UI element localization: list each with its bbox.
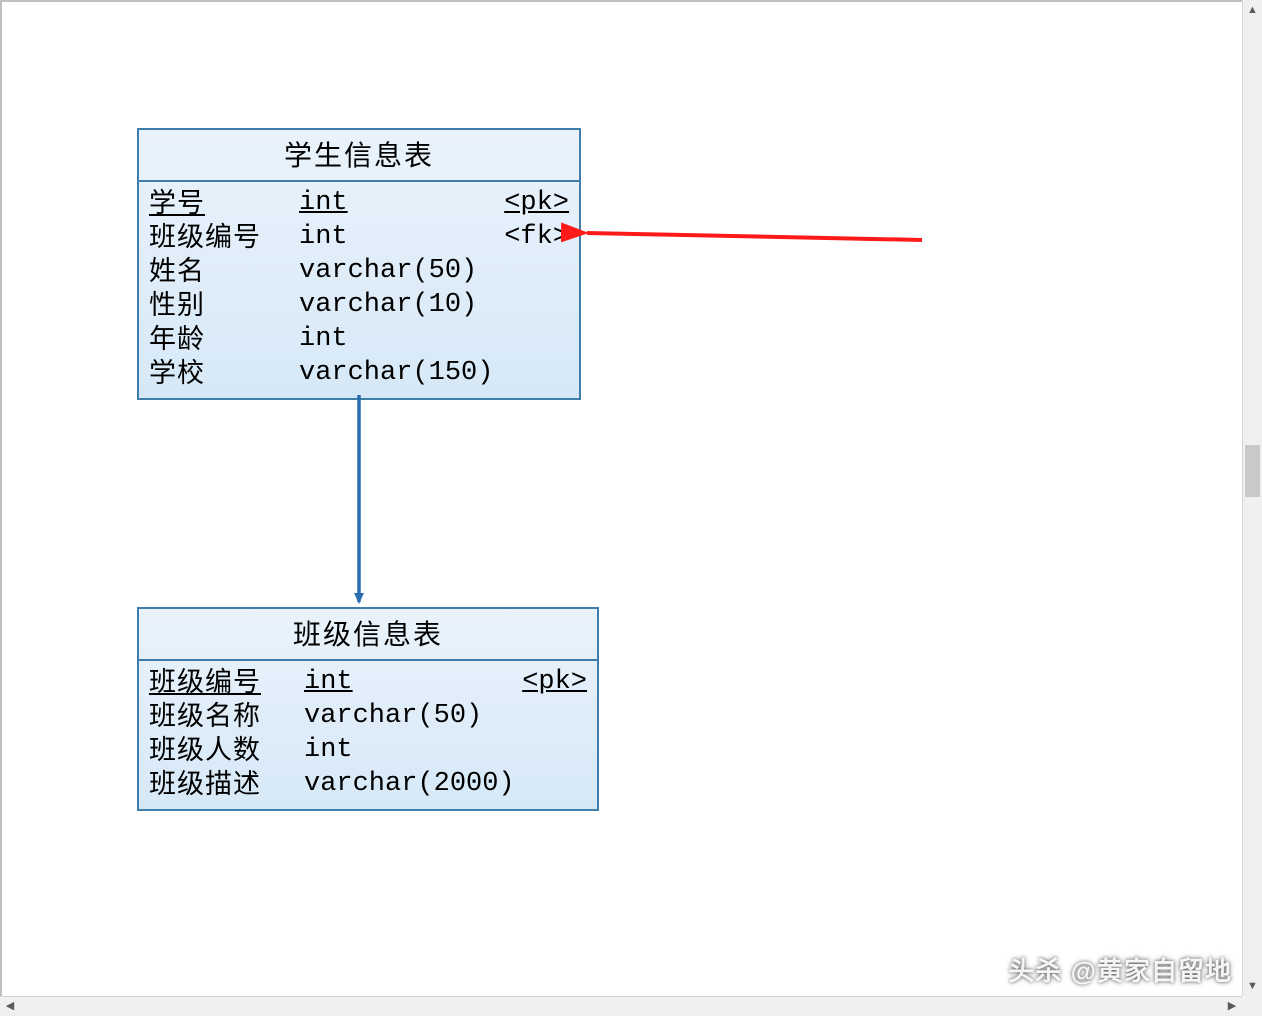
column-type: varchar(50) xyxy=(304,699,517,733)
column-type: varchar(50) xyxy=(299,254,499,288)
column-key xyxy=(499,356,569,390)
diagram-canvas[interactable]: 学生信息表 学号 int <pk> 班级编号 int <fk> 姓名 varch… xyxy=(2,2,1242,996)
scroll-left-button[interactable]: ◀ xyxy=(0,997,20,1016)
entity-student-info[interactable]: 学生信息表 学号 int <pk> 班级编号 int <fk> 姓名 varch… xyxy=(137,128,581,400)
column-name: 性别 xyxy=(149,288,299,322)
scroll-up-button[interactable]: ▲ xyxy=(1243,0,1262,20)
column-name: 班级编号 xyxy=(149,665,304,699)
column-row[interactable]: 性别 varchar(10) xyxy=(149,288,569,322)
column-row[interactable]: 学号 int <pk> xyxy=(149,186,569,220)
column-key xyxy=(517,733,587,767)
column-name: 班级编号 xyxy=(149,220,299,254)
column-key xyxy=(499,254,569,288)
diagram-viewport: 学生信息表 学号 int <pk> 班级编号 int <fk> 姓名 varch… xyxy=(0,0,1242,996)
column-key xyxy=(517,699,587,733)
column-type: varchar(10) xyxy=(299,288,499,322)
column-key: <fk> xyxy=(499,220,569,254)
column-row[interactable]: 学校 varchar(150) xyxy=(149,356,569,390)
column-name: 学校 xyxy=(149,356,299,390)
column-name: 班级名称 xyxy=(149,699,304,733)
scrollbar-corner xyxy=(1242,996,1262,1016)
column-type: varchar(2000) xyxy=(304,767,517,801)
entity-title: 学生信息表 xyxy=(139,130,579,182)
column-type: int xyxy=(299,220,499,254)
column-key: <pk> xyxy=(499,186,569,220)
entity-class-info[interactable]: 班级信息表 班级编号 int <pk> 班级名称 varchar(50) 班级人… xyxy=(137,607,599,811)
column-row[interactable]: 姓名 varchar(50) xyxy=(149,254,569,288)
column-name: 姓名 xyxy=(149,254,299,288)
column-row[interactable]: 年龄 int xyxy=(149,322,569,356)
entity-title: 班级信息表 xyxy=(139,609,597,661)
column-row[interactable]: 班级人数 int xyxy=(149,733,587,767)
column-type: int xyxy=(299,322,499,356)
entity-columns: 学号 int <pk> 班级编号 int <fk> 姓名 varchar(50)… xyxy=(139,182,579,398)
column-key xyxy=(499,322,569,356)
column-row[interactable]: 班级描述 varchar(2000) xyxy=(149,767,587,801)
chevron-up-icon: ▲ xyxy=(1247,5,1258,16)
entity-columns: 班级编号 int <pk> 班级名称 varchar(50) 班级人数 int … xyxy=(139,661,597,809)
column-type: int xyxy=(304,733,517,767)
column-key xyxy=(499,288,569,322)
column-key xyxy=(517,767,587,801)
column-row[interactable]: 班级编号 int <fk> xyxy=(149,220,569,254)
column-name: 班级人数 xyxy=(149,733,304,767)
watermark-text: 头杀 @黄家自留地 xyxy=(1008,951,1232,988)
chevron-left-icon: ◀ xyxy=(6,1001,14,1012)
scroll-down-button[interactable]: ▼ xyxy=(1243,976,1262,996)
horizontal-scrollbar[interactable]: ◀ ▶ xyxy=(0,996,1242,1016)
chevron-down-icon: ▼ xyxy=(1247,981,1258,992)
chevron-right-icon: ▶ xyxy=(1228,1001,1236,1012)
scroll-thumb[interactable] xyxy=(1245,445,1260,497)
column-key: <pk> xyxy=(517,665,587,699)
column-name: 班级描述 xyxy=(149,767,304,801)
column-row[interactable]: 班级编号 int <pk> xyxy=(149,665,587,699)
column-type: int xyxy=(304,665,517,699)
column-type: varchar(150) xyxy=(299,356,499,390)
vertical-scrollbar[interactable]: ▲ ▼ xyxy=(1242,0,1262,996)
column-name: 学号 xyxy=(149,186,299,220)
scroll-right-button[interactable]: ▶ xyxy=(1222,997,1242,1016)
column-row[interactable]: 班级名称 varchar(50) xyxy=(149,699,587,733)
column-type: int xyxy=(299,186,499,220)
annotation-arrow xyxy=(587,233,922,240)
column-name: 年龄 xyxy=(149,322,299,356)
